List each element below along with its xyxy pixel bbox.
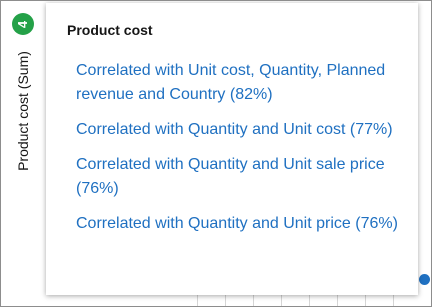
count-badge[interactable]: 4 [12,13,34,35]
correlation-link[interactable]: Correlated with Quantity and Unit cost (… [76,118,406,142]
correlation-link[interactable]: Correlated with Unit cost, Quantity, Pla… [76,59,406,107]
screenshot-frame: 4 Product cost (Sum) Product cost Correl… [0,0,432,307]
correlation-list: Correlated with Unit cost, Quantity, Pla… [76,59,406,247]
count-badge-value: 4 [15,20,31,28]
tooltip-title: Product cost [67,22,153,38]
correlation-link[interactable]: Correlated with Quantity and Unit price … [76,212,406,236]
correlation-link[interactable]: Correlated with Quantity and Unit sale p… [76,153,406,201]
chart-data-point[interactable] [419,274,430,285]
y-axis-label[interactable]: Product cost (Sum) [13,41,33,181]
correlation-tooltip: Product cost Correlated with Unit cost, … [46,3,418,295]
